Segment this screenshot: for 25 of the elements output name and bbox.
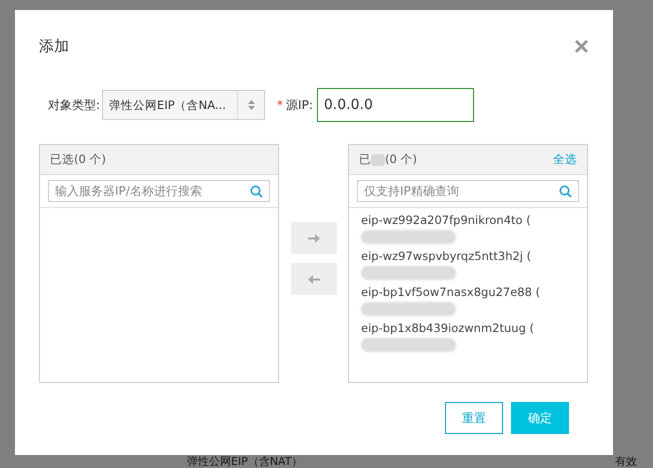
list-item[interactable]: eip-wz992a207fp9nikron4to ( — [361, 211, 575, 229]
source-ip-field[interactable]: 0.0.0.0 — [316, 88, 474, 122]
panel-title: (0 个) — [385, 152, 417, 167]
search-icon — [250, 185, 263, 198]
table-cell: 有效 — [615, 455, 637, 468]
list-item[interactable]: eip-wz97wspvbyrqz5ntt3h2j ( — [361, 247, 575, 265]
search-icon — [559, 185, 572, 198]
search-field[interactable]: 仅支持IP精确查询 — [357, 180, 579, 202]
dialog-title: 添加 — [39, 36, 69, 56]
panel-title: 已选(0 个) — [50, 152, 106, 167]
list-item[interactable]: eip-bp1vf5ow7nasx8gu27e88 ( — [361, 283, 575, 301]
move-left-button[interactable] — [290, 263, 336, 295]
list-item[interactable]: eip-bp1x8b439iozwnm2tuug ( — [361, 319, 575, 337]
sort-arrows-icon — [248, 100, 255, 110]
arrow-left-icon — [308, 274, 320, 284]
search-field[interactable]: 输入服务器IP/名称进行搜索 — [48, 180, 270, 202]
field-label: 对象类型: — [48, 96, 100, 114]
required-mark: * — [277, 98, 284, 112]
table-cell: 弹性公网EIP（含NAT） — [187, 455, 302, 468]
object-type-select[interactable]: 弹性公网EIP（含NA... — [102, 90, 266, 120]
panel-title: 已 — [359, 152, 371, 167]
move-right-button[interactable] — [290, 222, 336, 254]
field-label: 源IP: — [286, 96, 313, 114]
redaction-blur — [371, 154, 385, 166]
arrow-right-icon — [308, 234, 320, 242]
